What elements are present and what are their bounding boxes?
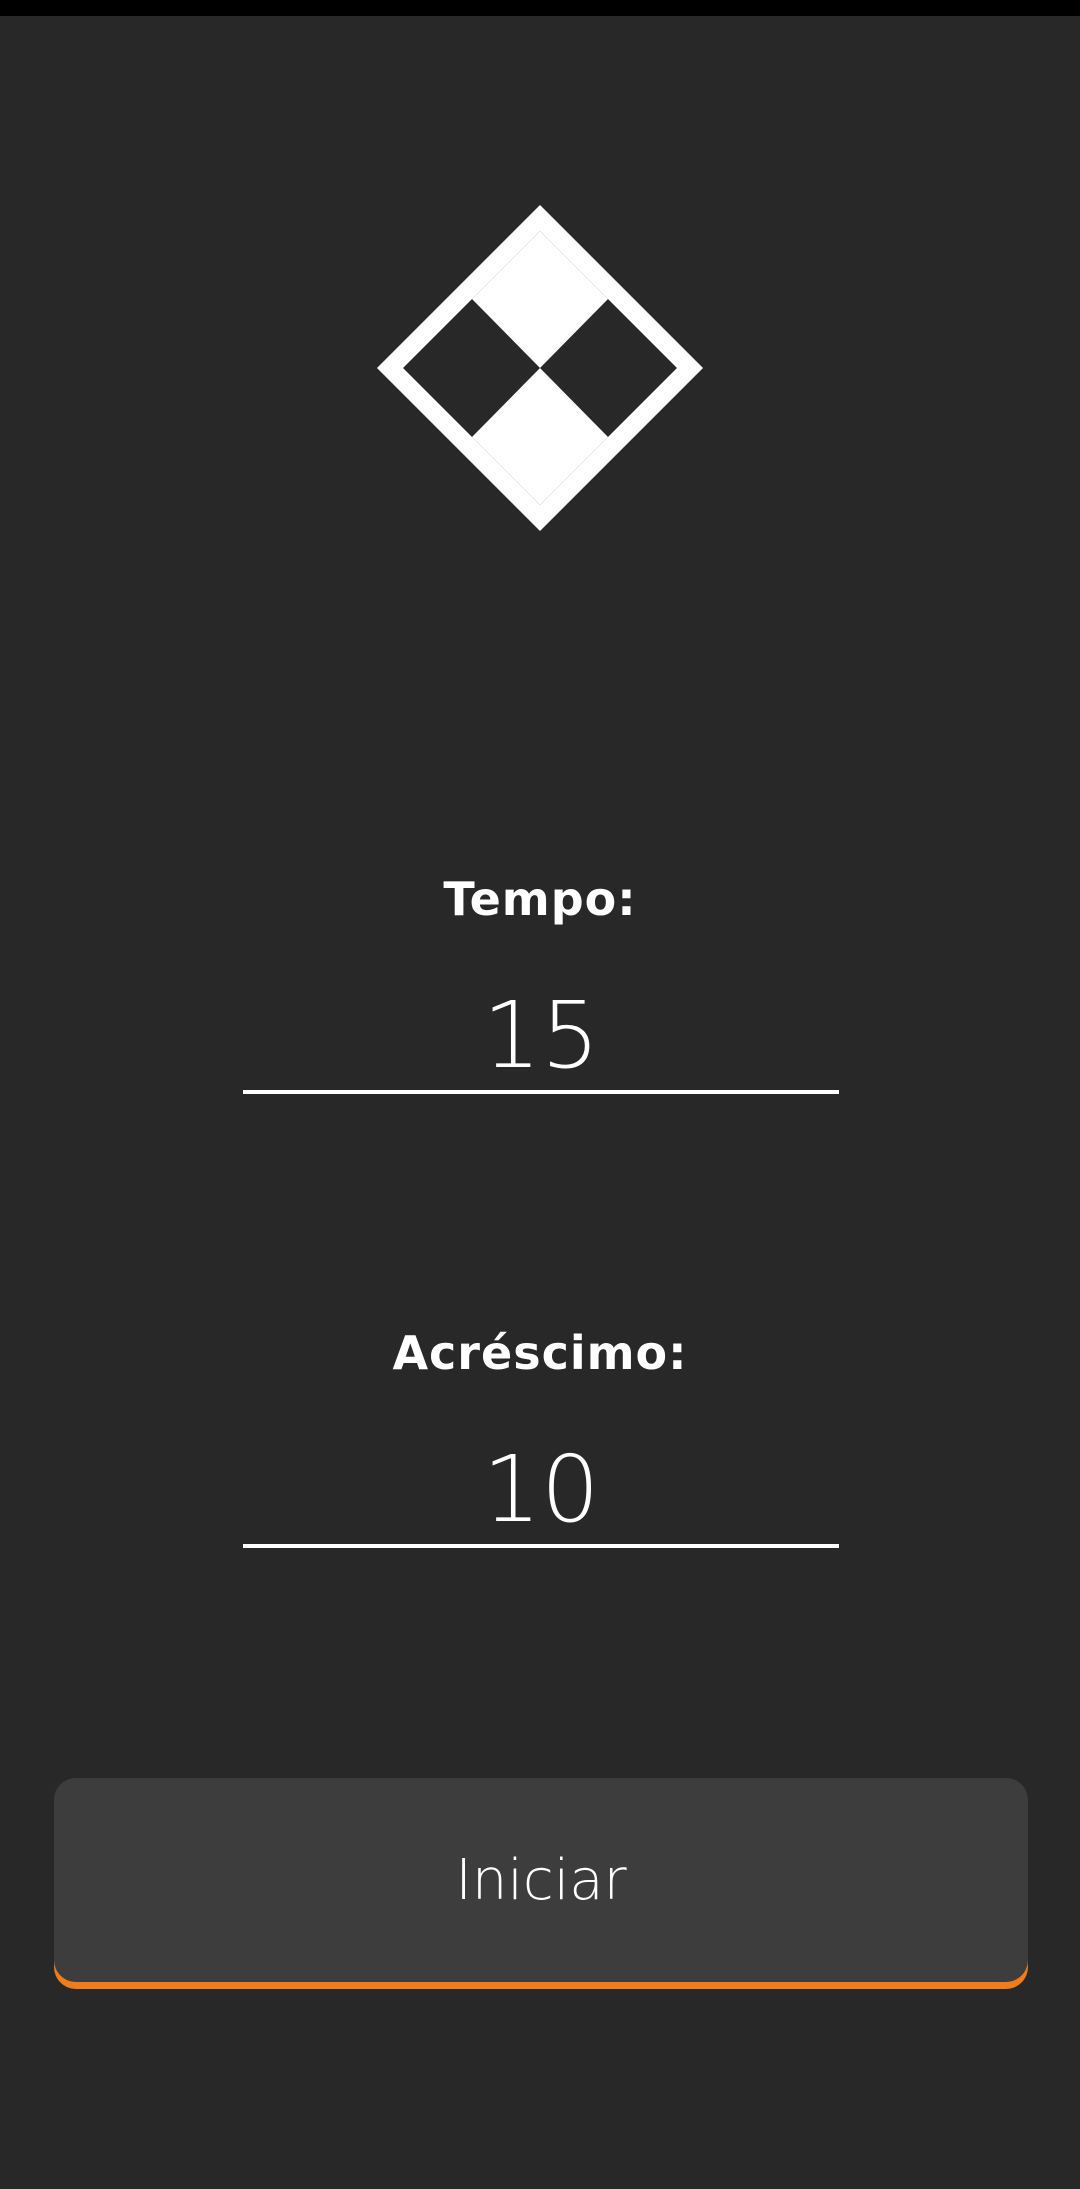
increment-label: Acréscimo: bbox=[392, 1326, 688, 1380]
start-button[interactable]: Iniciar bbox=[54, 1778, 1028, 1982]
status-bar bbox=[0, 0, 1080, 16]
time-label: Tempo: bbox=[443, 872, 637, 926]
checkered-diamond-icon bbox=[377, 205, 703, 531]
time-input[interactable] bbox=[243, 980, 839, 1094]
app-screen: Tempo: Acréscimo: Iniciar bbox=[0, 0, 1080, 2189]
increment-input[interactable] bbox=[243, 1434, 839, 1548]
